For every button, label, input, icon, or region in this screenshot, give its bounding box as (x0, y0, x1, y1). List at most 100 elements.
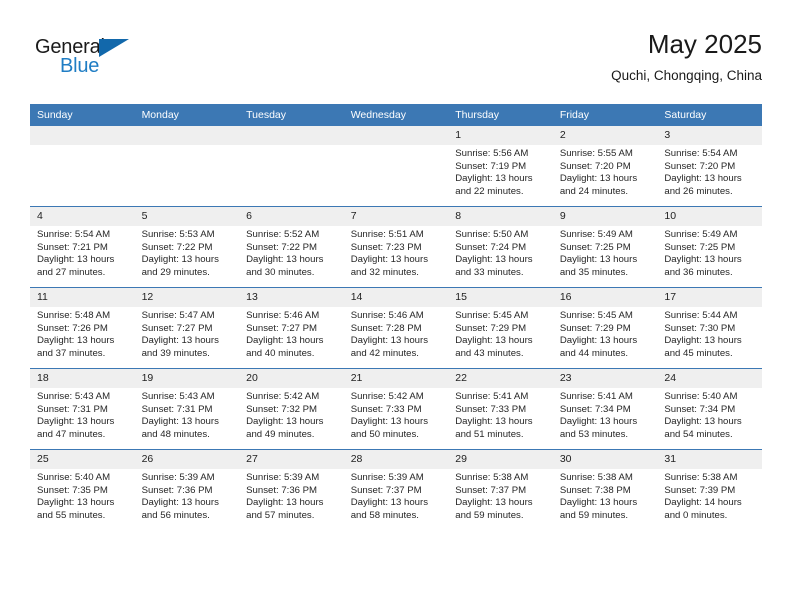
sunrise-text: Sunrise: 5:53 AM (141, 229, 215, 240)
day-details: Sunrise: 5:50 AM Sunset: 7:24 PM Daylight:… (448, 226, 553, 279)
daylight-text: Daylight: 13 hours and 58 minutes. (350, 497, 429, 521)
day-number: 23 (552, 369, 658, 388)
day-number (30, 126, 135, 145)
calendar-day-cell[interactable]: 6 Sunrise: 5:52 AM Sunset: 7:22 PM Daylight… (239, 206, 344, 288)
day-number: 16 (552, 288, 658, 307)
daylight-text: Daylight: 13 hours and 29 minutes. (141, 254, 219, 278)
calendar-day-cell[interactable]: 3 Sunrise: 5:54 AM Sunset: 7:20 PM Daylight… (657, 126, 762, 207)
calendar-day-cell[interactable]: 29 Sunrise: 5:38 AM Sunset: 7:37 PM Dayligh… (448, 449, 553, 530)
sunset-text: Sunset: 7:32 PM (246, 403, 318, 415)
calendar-day-cell[interactable]: 26 Sunrise: 5:39 AM Sunset: 7:36 PM Dayligh… (134, 449, 240, 530)
day-number: 21 (343, 369, 449, 388)
calendar-day-cell[interactable]: 24 Sunrise: 5:40 AM Sunset: 7:34 PM Dayligh… (657, 368, 762, 450)
day-details: Sunrise: 5:51 AM Sunset: 7:23 PM Daylight:… (344, 226, 449, 279)
daylight-text: Daylight: 13 hours and 57 minutes. (246, 497, 324, 521)
calendar-day-cell[interactable]: 12 Sunrise: 5:47 AM Sunset: 7:27 PM Dayligh… (134, 287, 240, 369)
title-block: May 2025 Quchi, Chongqing, China (611, 28, 762, 84)
weekday-header-saturday: Saturday (657, 104, 762, 126)
calendar-day-cell[interactable]: 1 Sunrise: 5:56 AM Sunset: 7:19 PM Daylight… (448, 126, 553, 207)
calendar-page: General Blue May 2025 Quchi, Chongqing, … (0, 0, 792, 612)
calendar-day-cell[interactable]: 16 Sunrise: 5:45 AM Sunset: 7:29 PM Dayligh… (552, 287, 658, 369)
calendar-day-cell[interactable]: 28 Sunrise: 5:39 AM Sunset: 7:37 PM Dayligh… (343, 449, 449, 530)
day-details: Sunrise: 5:42 AM Sunset: 7:32 PM Daylight:… (239, 388, 344, 441)
daylight-text: Daylight: 13 hours and 33 minutes. (455, 254, 533, 278)
sunrise-text: Sunrise: 5:39 AM (246, 472, 320, 483)
sunrise-text: Sunrise: 5:54 AM (37, 229, 111, 240)
sunset-text: Sunset: 7:39 PM (664, 484, 736, 496)
calendar-day-cell[interactable]: 15 Sunrise: 5:45 AM Sunset: 7:29 PM Dayligh… (448, 287, 553, 369)
daylight-text: Daylight: 13 hours and 40 minutes. (246, 335, 324, 359)
sunrise-text: Sunrise: 5:43 AM (141, 391, 215, 402)
day-details: Sunrise: 5:38 AM Sunset: 7:38 PM Daylight:… (553, 469, 658, 522)
day-details: Sunrise: 5:40 AM Sunset: 7:34 PM Daylight:… (657, 388, 762, 441)
daylight-text: Daylight: 13 hours and 30 minutes. (246, 254, 324, 278)
sunset-text: Sunset: 7:36 PM (141, 484, 213, 496)
calendar-day-cell[interactable]: 23 Sunrise: 5:41 AM Sunset: 7:34 PM Dayligh… (552, 368, 658, 450)
calendar-day-cell-empty (343, 126, 449, 207)
brand-name-blue: Blue (60, 55, 100, 77)
sunrise-text: Sunrise: 5:49 AM (664, 229, 738, 240)
calendar-day-cell[interactable]: 19 Sunrise: 5:43 AM Sunset: 7:31 PM Dayligh… (134, 368, 240, 450)
sunset-text: Sunset: 7:28 PM (350, 322, 422, 334)
calendar-week-row: 4 Sunrise: 5:54 AM Sunset: 7:21 PM Daylight… (30, 206, 762, 288)
calendar-day-cell[interactable]: 22 Sunrise: 5:41 AM Sunset: 7:33 PM Dayligh… (448, 368, 553, 450)
day-number: 25 (30, 450, 135, 469)
calendar-day-cell[interactable]: 25 Sunrise: 5:40 AM Sunset: 7:35 PM Dayligh… (30, 449, 135, 530)
calendar-day-cell[interactable]: 20 Sunrise: 5:42 AM Sunset: 7:32 PM Dayligh… (239, 368, 344, 450)
day-number (134, 126, 240, 145)
calendar-day-cell[interactable]: 17 Sunrise: 5:44 AM Sunset: 7:30 PM Dayligh… (657, 287, 762, 369)
calendar-day-cell[interactable]: 13 Sunrise: 5:46 AM Sunset: 7:27 PM Dayligh… (239, 287, 344, 369)
calendar-day-cell[interactable]: 27 Sunrise: 5:39 AM Sunset: 7:36 PM Dayligh… (239, 449, 344, 530)
day-number: 12 (134, 288, 240, 307)
day-number: 5 (134, 207, 240, 226)
weekday-header-monday: Monday (134, 104, 240, 126)
day-details: Sunrise: 5:44 AM Sunset: 7:30 PM Daylight:… (657, 307, 762, 360)
sunset-text: Sunset: 7:35 PM (37, 484, 108, 496)
sunset-text: Sunset: 7:21 PM (37, 241, 108, 253)
calendar-day-cell[interactable]: 30 Sunrise: 5:38 AM Sunset: 7:38 PM Dayligh… (552, 449, 658, 530)
calendar-day-cell[interactable]: 4 Sunrise: 5:54 AM Sunset: 7:21 PM Daylight… (30, 206, 135, 288)
calendar-day-cell[interactable]: 21 Sunrise: 5:42 AM Sunset: 7:33 PM Dayligh… (343, 368, 449, 450)
sunset-text: Sunset: 7:38 PM (559, 484, 631, 496)
sunset-text: Sunset: 7:33 PM (455, 403, 527, 415)
sunrise-text: Sunrise: 5:45 AM (455, 310, 529, 321)
sunrise-text: Sunrise: 5:38 AM (664, 472, 738, 483)
calendar-day-cell[interactable]: 10 Sunrise: 5:49 AM Sunset: 7:25 PM Dayligh… (657, 206, 762, 288)
day-details: Sunrise: 5:38 AM Sunset: 7:37 PM Daylight:… (448, 469, 553, 522)
weekday-header: Sunday Monday Tuesday Wednesday Thursday Frid… (30, 104, 762, 126)
weekday-header-friday: Friday (552, 104, 658, 126)
sunrise-text: Sunrise: 5:41 AM (455, 391, 529, 402)
calendar-day-cell[interactable]: 11 Sunrise: 5:48 AM Sunset: 7:26 PM Dayligh… (30, 287, 135, 369)
daylight-text: Daylight: 13 hours and 27 minutes. (37, 254, 115, 278)
calendar-day-cell[interactable]: 31 Sunrise: 5:38 AM Sunset: 7:39 PM Dayligh… (657, 449, 762, 530)
brand-logo[interactable]: General Blue (35, 36, 155, 82)
daylight-text: Daylight: 13 hours and 54 minutes. (664, 416, 742, 440)
sunset-text: Sunset: 7:22 PM (246, 241, 318, 253)
sunrise-text: Sunrise: 5:47 AM (141, 310, 215, 321)
calendar-day-cell[interactable]: 9 Sunrise: 5:49 AM Sunset: 7:25 PM Daylight… (552, 206, 658, 288)
calendar-day-cell[interactable]: 2 Sunrise: 5:55 AM Sunset: 7:20 PM Daylight… (552, 126, 658, 207)
calendar-day-cell[interactable]: 5 Sunrise: 5:53 AM Sunset: 7:22 PM Daylight… (134, 206, 240, 288)
sunset-text: Sunset: 7:25 PM (559, 241, 631, 253)
daylight-text: Daylight: 13 hours and 35 minutes. (559, 254, 638, 278)
daylight-text: Daylight: 13 hours and 37 minutes. (37, 335, 115, 359)
calendar-day-cell[interactable]: 18 Sunrise: 5:43 AM Sunset: 7:31 PM Dayligh… (30, 368, 135, 450)
daylight-text: Daylight: 13 hours and 22 minutes. (455, 173, 533, 197)
calendar-day-cell[interactable]: 7 Sunrise: 5:51 AM Sunset: 7:23 PM Daylight… (343, 206, 449, 288)
calendar-day-cell[interactable]: 14 Sunrise: 5:46 AM Sunset: 7:28 PM Dayligh… (343, 287, 449, 369)
page-title: May 2025 (647, 29, 762, 59)
day-details: Sunrise: 5:53 AM Sunset: 7:22 PM Daylight:… (135, 226, 240, 279)
sunrise-text: Sunrise: 5:38 AM (559, 472, 633, 483)
sunset-text: Sunset: 7:22 PM (141, 241, 213, 253)
calendar-day-cell[interactable]: 8 Sunrise: 5:50 AM Sunset: 7:24 PM Daylight… (448, 206, 553, 288)
day-number (343, 126, 449, 145)
daylight-text: Daylight: 13 hours and 53 minutes. (559, 416, 638, 440)
day-details: Sunrise: 5:42 AM Sunset: 7:33 PM Daylight:… (344, 388, 449, 441)
day-details: Sunrise: 5:46 AM Sunset: 7:28 PM Daylight:… (344, 307, 449, 360)
calendar-table: Sunday Monday Tuesday Wednesday Thursday Frid… (30, 104, 762, 530)
sunrise-text: Sunrise: 5:43 AM (37, 391, 111, 402)
day-number: 18 (30, 369, 135, 388)
sunrise-text: Sunrise: 5:40 AM (37, 472, 111, 483)
sunrise-text: Sunrise: 5:44 AM (664, 310, 738, 321)
sunset-text: Sunset: 7:27 PM (141, 322, 213, 334)
